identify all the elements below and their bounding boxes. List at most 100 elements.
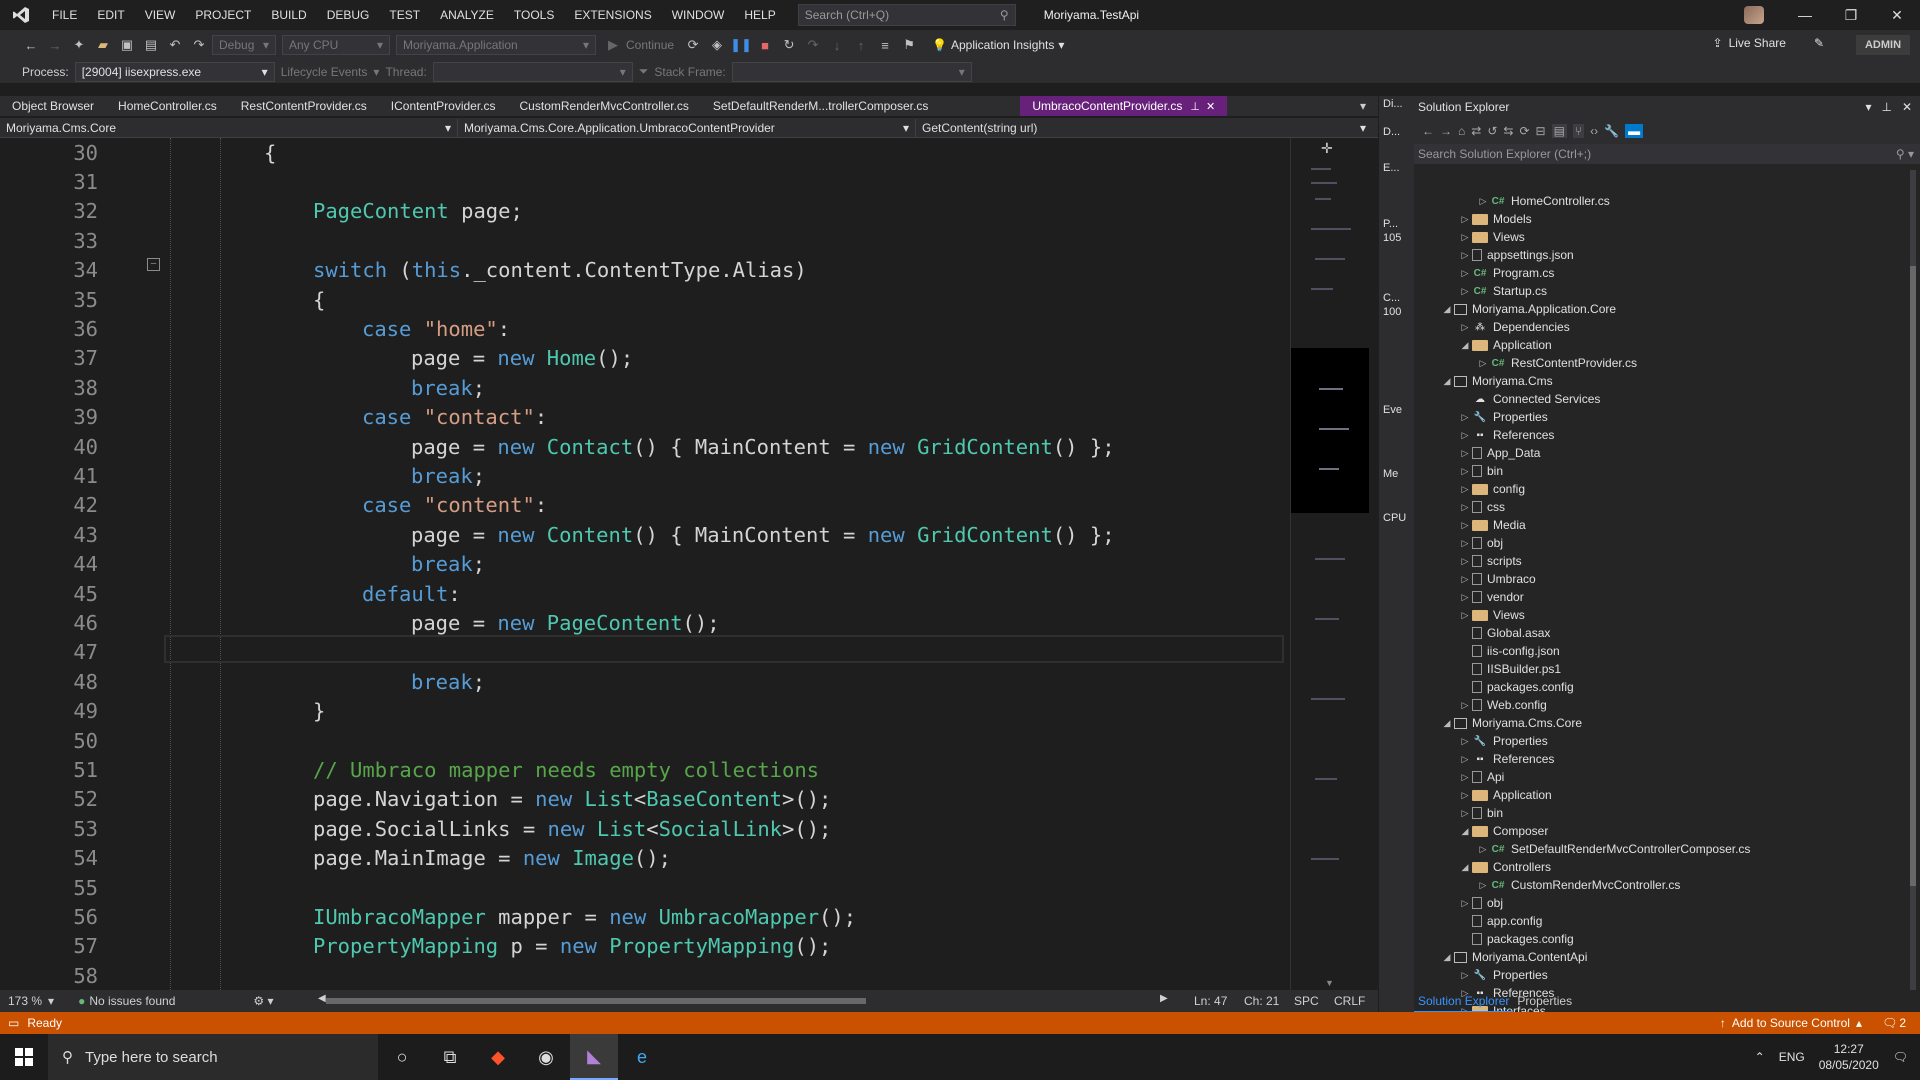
code-line[interactable]: 34 switch (this._content.ContentType.Alia…	[0, 256, 1290, 285]
collapsed-arrow-icon[interactable]: ▷	[1458, 520, 1472, 531]
collapsed-arrow-icon[interactable]: ▷	[1458, 970, 1472, 981]
tree-item[interactable]: ▷ Application	[1458, 786, 1552, 804]
save-all-icon[interactable]: ▤	[140, 34, 162, 56]
collapsed-arrow-icon[interactable]: ▷	[1476, 358, 1490, 369]
code-line[interactable]: 39 case "contact":	[0, 403, 1290, 432]
solution-explorer-search[interactable]: Search Solution Explorer (Ctrl+;) ⚲ ▾	[1414, 144, 1920, 164]
code-line[interactable]: 47	[0, 638, 1290, 667]
diagnostic-label[interactable]: CPU	[1383, 512, 1406, 524]
zoom-level[interactable]: 173 %	[8, 994, 42, 1008]
code-line[interactable]: 44 break;	[0, 550, 1290, 579]
code-cleanup-icon[interactable]: ⚙ ▾	[253, 994, 273, 1008]
collapsed-arrow-icon[interactable]: ▷	[1458, 268, 1472, 279]
collapsed-arrow-icon[interactable]: ▷	[1458, 502, 1472, 513]
hot-reload-icon[interactable]: ⟳	[682, 34, 704, 56]
input-language[interactable]: ENG	[1779, 1050, 1805, 1064]
collapsed-arrow-icon[interactable]: ▷	[1458, 286, 1472, 297]
expanded-arrow-icon[interactable]: ◢	[1440, 376, 1454, 387]
collapsed-arrow-icon[interactable]: ▷	[1458, 574, 1472, 585]
code-line[interactable]: 46 page = new PageContent();	[0, 608, 1290, 637]
collapsed-arrow-icon[interactable]: ▷	[1458, 754, 1472, 765]
step-over-icon[interactable]: ↷	[802, 34, 824, 56]
code-line[interactable]: 31	[0, 167, 1290, 196]
step-into-icon[interactable]: ↓	[826, 34, 848, 56]
bookmark-icon[interactable]: ⚑	[898, 34, 920, 56]
menu-view[interactable]: VIEW	[135, 0, 186, 30]
sync-icon[interactable]: ⇆	[1503, 124, 1513, 138]
tree-item[interactable]: ▷ C# Startup.cs	[1458, 282, 1548, 300]
new-project-icon[interactable]: ✦	[68, 34, 90, 56]
collapsed-arrow-icon[interactable]: ▷	[1458, 250, 1472, 261]
tree-item[interactable]: packages.config	[1458, 678, 1574, 696]
code-line[interactable]: 42 case "content":	[0, 491, 1290, 520]
add-to-source-control-button[interactable]: ↑ Add to Source Control ▴	[1720, 1016, 1862, 1030]
expanded-arrow-icon[interactable]: ◢	[1440, 304, 1454, 315]
tree-item[interactable]: ◢ Controllers	[1458, 858, 1552, 876]
tree-item[interactable]: ▷ css	[1458, 498, 1505, 516]
menu-project[interactable]: PROJECT	[185, 0, 261, 30]
forward-icon[interactable]: →	[1440, 124, 1452, 138]
continue-icon[interactable]: ▶	[602, 34, 624, 56]
code-line[interactable]: 54 page.MainImage = new Image();	[0, 844, 1290, 873]
code-editor[interactable]: 30 {31 32 PageContent page; 33 34 switch (this…	[0, 138, 1290, 990]
collapse-all-icon[interactable]: ⊟	[1536, 124, 1546, 138]
code-line[interactable]: 58	[0, 961, 1290, 990]
lifecycle-events-button[interactable]: Lifecycle Events	[281, 65, 368, 79]
diagnostic-label[interactable]: 105	[1383, 232, 1401, 244]
visual-studio-logo-icon[interactable]	[0, 0, 42, 30]
tree-item[interactable]: ▷ ⁂ Dependencies	[1458, 318, 1570, 336]
tree-item[interactable]: IISBuilder.ps1	[1458, 660, 1561, 678]
tree-item[interactable]: ▷ Views	[1458, 606, 1525, 624]
tree-item[interactable]: ▷ C# CustomRenderMvcController.cs	[1476, 876, 1681, 894]
tree-item[interactable]: ▷ ▪▪ References	[1458, 750, 1555, 768]
preview-icon[interactable]: ▬	[1625, 124, 1644, 138]
show-all-files-icon[interactable]: ▤	[1551, 124, 1567, 138]
collapsed-arrow-icon[interactable]: ▷	[1458, 430, 1472, 441]
tree-item[interactable]: ▷ vendor	[1458, 588, 1524, 606]
history-icon[interactable]: ↺	[1487, 124, 1497, 138]
live-share-button[interactable]: ⇪ Live Share ✎	[1713, 36, 1825, 50]
browser-link-icon[interactable]: ◈	[706, 34, 728, 56]
collapsed-arrow-icon[interactable]: ▷	[1476, 196, 1490, 207]
home-icon[interactable]: ⌂	[1458, 124, 1465, 138]
tree-item[interactable]: ▷ obj	[1458, 534, 1503, 552]
tree-item[interactable]: iis-config.json	[1458, 642, 1560, 660]
tree-item[interactable]: ◢ Moriyama.Cms.Core	[1440, 714, 1582, 732]
code-line[interactable]: 33	[0, 226, 1290, 255]
code-line[interactable]: 32 PageContent page;	[0, 197, 1290, 226]
tab-homecontroller-cs[interactable]: HomeController.cs	[106, 96, 229, 116]
expanded-arrow-icon[interactable]: ◢	[1458, 340, 1472, 351]
tree-item[interactable]: ▷ C# RestContentProvider.cs	[1476, 354, 1638, 372]
platform-dropdown[interactable]: Any CPU ▾	[282, 35, 390, 55]
tree-item[interactable]: ▷ 🔧 Properties	[1458, 732, 1548, 750]
process-dropdown[interactable]: [29004] iisexpress.exe ▾	[74, 61, 275, 82]
code-line[interactable]: 52 page.Navigation = new List<BaseContent…	[0, 785, 1290, 814]
code-line[interactable]: 43 page = new Content() { MainContent = n…	[0, 520, 1290, 549]
collapsed-arrow-icon[interactable]: ▷	[1458, 610, 1472, 621]
cortana-icon[interactable]: ○	[378, 1034, 426, 1080]
tree-item[interactable]: ▷ bin	[1458, 462, 1503, 480]
chevron-down-icon[interactable]: ▾	[1865, 100, 1871, 114]
code-view-icon[interactable]: ‹›	[1590, 124, 1598, 138]
quick-launch-search[interactable]: Search (Ctrl+Q) ⚲	[797, 4, 1016, 26]
tree-item[interactable]: ▷ C# HomeController.cs	[1476, 192, 1610, 210]
restore-icon[interactable]: ❐	[1828, 0, 1874, 30]
menu-tools[interactable]: TOOLS	[504, 0, 564, 30]
collapsed-arrow-icon[interactable]: ▷	[1476, 844, 1490, 855]
minimap-viewport[interactable]	[1291, 348, 1369, 513]
horizontal-scrollbar-thumb[interactable]	[326, 998, 866, 1004]
tree-item[interactable]: ▷ ▪▪ References	[1458, 426, 1555, 444]
tab-setdefaultrenderm-trollercomposer-cs[interactable]: SetDefaultRenderM...trollerComposer.cs	[701, 96, 940, 116]
tree-item[interactable]: ▷ Views	[1458, 228, 1525, 246]
code-line[interactable]: 40 page = new Contact() { MainContent = n…	[0, 432, 1290, 461]
tab-object-browser[interactable]: Object Browser	[0, 96, 106, 116]
solution-config-dropdown[interactable]: Debug ▾	[212, 35, 276, 55]
scroll-right-icon[interactable]: ▶	[1160, 993, 1168, 1004]
expanded-arrow-icon[interactable]: ◢	[1440, 952, 1454, 963]
close-icon[interactable]: ✕	[1902, 100, 1912, 114]
back-icon[interactable]: ←	[1422, 124, 1434, 138]
minimap-scrollbar[interactable]: ✛ ▼	[1290, 138, 1369, 990]
git-changes-icon[interactable]: ⑂	[1572, 124, 1585, 138]
collapsed-arrow-icon[interactable]: ▷	[1476, 880, 1490, 891]
thread-dropdown[interactable]: ▾	[432, 61, 633, 82]
